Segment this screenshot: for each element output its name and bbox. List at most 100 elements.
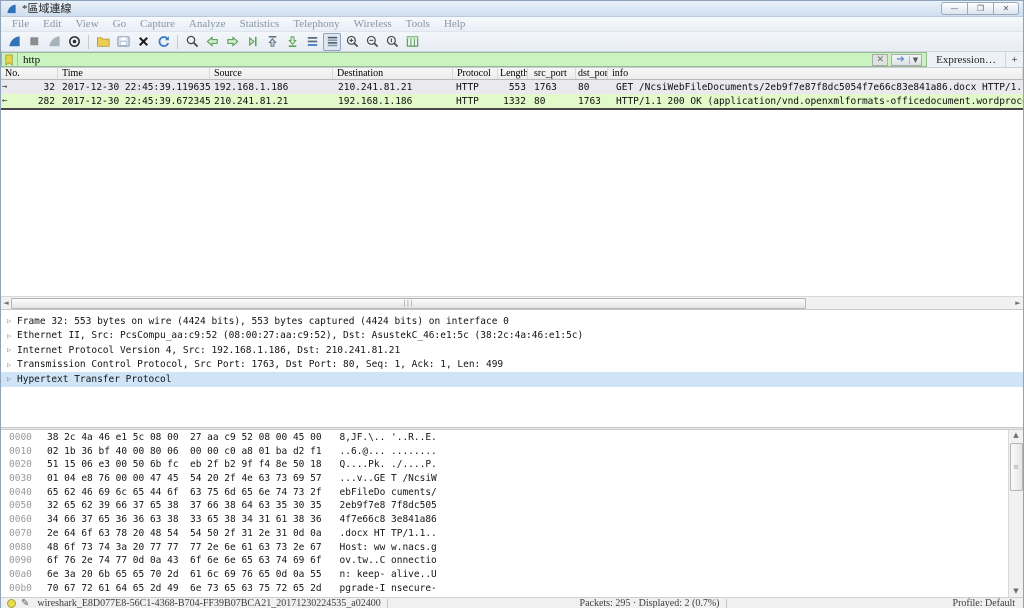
- capture-comment-icon[interactable]: ✎: [21, 598, 29, 608]
- hex-line-0020[interactable]: 0020 51 15 06 e3 00 50 6b fc eb 2f b2 9f …: [9, 459, 1008, 473]
- menu-item-statistics[interactable]: Statistics: [233, 17, 287, 31]
- go-to-bottom-button[interactable]: [283, 33, 301, 51]
- filter-bookmark-icon[interactable]: [4, 53, 18, 66]
- expand-triangle-icon[interactable]: ▷: [7, 332, 17, 340]
- hex-line-0000[interactable]: 0000 38 2c 4a 46 e1 5c 08 00 27 aa c9 52 …: [9, 432, 1008, 446]
- go-forward-button[interactable]: [223, 33, 241, 51]
- minimize-button[interactable]: —: [941, 2, 967, 15]
- column-header-length[interactable]: Length: [498, 68, 528, 79]
- filter-apply-button[interactable]: ➔ ▼: [891, 53, 923, 66]
- vertical-scrollbar-thumb[interactable]: ≡: [1009, 443, 1023, 491]
- resize-columns-button[interactable]: [403, 33, 421, 51]
- vertical-scrollbar[interactable]: ▲ ≡ ▼: [1008, 430, 1023, 597]
- reload-file-button[interactable]: [154, 33, 172, 51]
- filter-dropdown-caret-icon[interactable]: ▼: [908, 55, 921, 64]
- restore-button[interactable]: ❐: [967, 2, 993, 15]
- profile-status[interactable]: Profile: Default: [953, 598, 1015, 608]
- filter-apply-arrow-icon[interactable]: ➔: [892, 54, 908, 65]
- scroll-down-arrow-icon[interactable]: ▼: [1013, 586, 1018, 597]
- packet-row-282[interactable]: ← 282 2017-12-30 22:45:39.672345 210.241.81…: [1, 94, 1023, 108]
- detail-tree-item[interactable]: ▷ Transmission Control Protocol, Src Port…: [1, 358, 1023, 373]
- menu-item-go[interactable]: Go: [106, 17, 133, 31]
- go-to-packet-icon: [248, 36, 256, 47]
- go-to-packet-button[interactable]: [243, 33, 261, 51]
- filter-bar: http ✕ ➔ ▼ Expression… +: [1, 52, 1023, 68]
- hex-offset: 0030: [9, 473, 32, 485]
- stop-capture-button[interactable]: [25, 33, 43, 51]
- column-header-no[interactable]: No.: [1, 68, 58, 79]
- display-filter-input[interactable]: http ✕ ➔ ▼: [1, 52, 928, 67]
- detail-tree-item[interactable]: ▷ Internet Protocol Version 4, Src: 192.1…: [1, 343, 1023, 358]
- scroll-up-arrow-icon[interactable]: ▲: [1013, 430, 1018, 441]
- column-header-dstport[interactable]: dst_port: [576, 68, 608, 79]
- close-file-button[interactable]: [134, 33, 152, 51]
- expand-triangle-icon[interactable]: ▷: [7, 361, 17, 369]
- expand-triangle-icon[interactable]: ▷: [7, 317, 17, 325]
- menu-item-help[interactable]: Help: [437, 17, 472, 31]
- menu-item-edit[interactable]: Edit: [36, 17, 68, 31]
- open-file-button[interactable]: [94, 33, 112, 51]
- ascii-bytes: ...v..GE T /NcsiW: [339, 473, 437, 485]
- hex-line-00b0[interactable]: 00b0 70 67 72 61 64 65 2d 49 6e 73 65 63 …: [9, 583, 1008, 597]
- hex-line-00a0[interactable]: 00a0 6e 3a 20 6b 65 65 70 2d 61 6c 69 76 …: [9, 569, 1008, 583]
- zoom-in-button[interactable]: [343, 33, 361, 51]
- menu-item-view[interactable]: View: [68, 17, 105, 31]
- detail-tree-item[interactable]: ▷ Ethernet II, Src: PcsCompu_aa:c9:52 (08…: [1, 329, 1023, 344]
- zoom-reset-button[interactable]: [383, 33, 401, 51]
- horizontal-scrollbar-thumb[interactable]: |||: [11, 297, 806, 309]
- column-header-srcport[interactable]: src_port: [528, 68, 576, 79]
- cell-len: 1332: [503, 95, 526, 107]
- column-header-protocol[interactable]: Protocol: [453, 68, 498, 79]
- zoom-out-button[interactable]: [363, 33, 381, 51]
- auto-scroll-button[interactable]: [303, 33, 321, 51]
- column-header-destination[interactable]: Destination: [333, 68, 453, 79]
- hex-line-0030[interactable]: 0030 01 04 e8 76 00 00 47 45 54 20 2f 4e …: [9, 473, 1008, 487]
- menu-item-capture[interactable]: Capture: [133, 17, 182, 31]
- go-to-top-button[interactable]: [263, 33, 281, 51]
- hex-offset: 0050: [9, 500, 32, 512]
- title-bar: *區域連線 — ❐ ✕: [1, 1, 1023, 17]
- hex-line-0090[interactable]: 0090 6f 76 2e 74 77 0d 0a 43 6f 6e 6e 65 …: [9, 555, 1008, 569]
- menu-item-telephony[interactable]: Telephony: [286, 17, 346, 31]
- column-header-info[interactable]: info: [608, 68, 1023, 79]
- colorize-button[interactable]: [323, 32, 341, 51]
- column-header-time[interactable]: Time: [58, 68, 210, 79]
- expand-triangle-icon[interactable]: ▷: [7, 346, 17, 354]
- horizontal-scrollbar[interactable]: ◄ ||| ►: [1, 296, 1023, 309]
- find-packet-button[interactable]: [183, 33, 201, 51]
- menu-item-tools[interactable]: Tools: [399, 17, 437, 31]
- detail-tree-item[interactable]: ▷ Frame 32: 553 bytes on wire (4424 bits)…: [1, 314, 1023, 329]
- cell-info: GET /NcsiWebFileDocuments/2eb9f7e87f8dc5…: [616, 81, 1023, 93]
- expand-triangle-icon[interactable]: ▷: [7, 375, 17, 383]
- hex-line-0080[interactable]: 0080 48 6f 73 74 3a 20 77 77 77 2e 6e 61 …: [9, 542, 1008, 556]
- start-capture-button[interactable]: [5, 33, 23, 51]
- menu-item-file[interactable]: File: [5, 17, 36, 31]
- go-back-button[interactable]: [203, 33, 221, 51]
- column-header-source[interactable]: Source: [210, 68, 333, 79]
- packet-row-32[interactable]: → 32 2017-12-30 22:45:39.119635 192.168.1.1…: [1, 80, 1023, 94]
- filter-clear-button[interactable]: ✕: [872, 53, 889, 66]
- expert-info-icon[interactable]: [7, 599, 16, 608]
- go-to-bottom-icon: [287, 36, 297, 47]
- detail-tree-item[interactable]: ▷ Hypertext Transfer Protocol: [1, 372, 1023, 387]
- save-file-button[interactable]: [114, 33, 132, 51]
- hex-line-0010[interactable]: 0010 02 1b 36 bf 40 00 80 06 00 00 c0 a8 …: [9, 446, 1008, 460]
- hex-line-0050[interactable]: 0050 32 65 62 39 66 37 65 38 37 66 38 64 …: [9, 500, 1008, 514]
- hex-line-0040[interactable]: 0040 65 62 46 69 6c 65 44 6f 63 75 6d 65 …: [9, 487, 1008, 501]
- related-packet-arrow-icon: ←: [2, 95, 8, 106]
- hex-line-0070[interactable]: 0070 2e 64 6f 63 78 20 48 54 54 50 2f 31 …: [9, 528, 1008, 542]
- restart-capture-button[interactable]: [45, 33, 63, 51]
- menu-item-analyze[interactable]: Analyze: [182, 17, 233, 31]
- hex-line-0060[interactable]: 0060 34 66 37 65 36 36 63 38 33 65 38 34 …: [9, 514, 1008, 528]
- ascii-bytes: 4f7e66c8 3e841a86: [339, 514, 437, 526]
- ascii-bytes: 2eb9f7e8 7f8dc505: [339, 500, 437, 512]
- expression-button[interactable]: Expression…: [927, 52, 1005, 67]
- filter-value[interactable]: http: [18, 54, 872, 66]
- menu-item-wireless[interactable]: Wireless: [347, 17, 399, 31]
- add-filter-button[interactable]: +: [1005, 52, 1023, 67]
- scroll-left-arrow-icon[interactable]: ◄: [1, 299, 11, 307]
- cell-src: 192.168.1.186: [214, 81, 289, 93]
- capture-options-button[interactable]: [65, 33, 83, 51]
- scroll-right-arrow-icon[interactable]: ►: [1013, 299, 1023, 307]
- close-button[interactable]: ✕: [993, 2, 1019, 15]
